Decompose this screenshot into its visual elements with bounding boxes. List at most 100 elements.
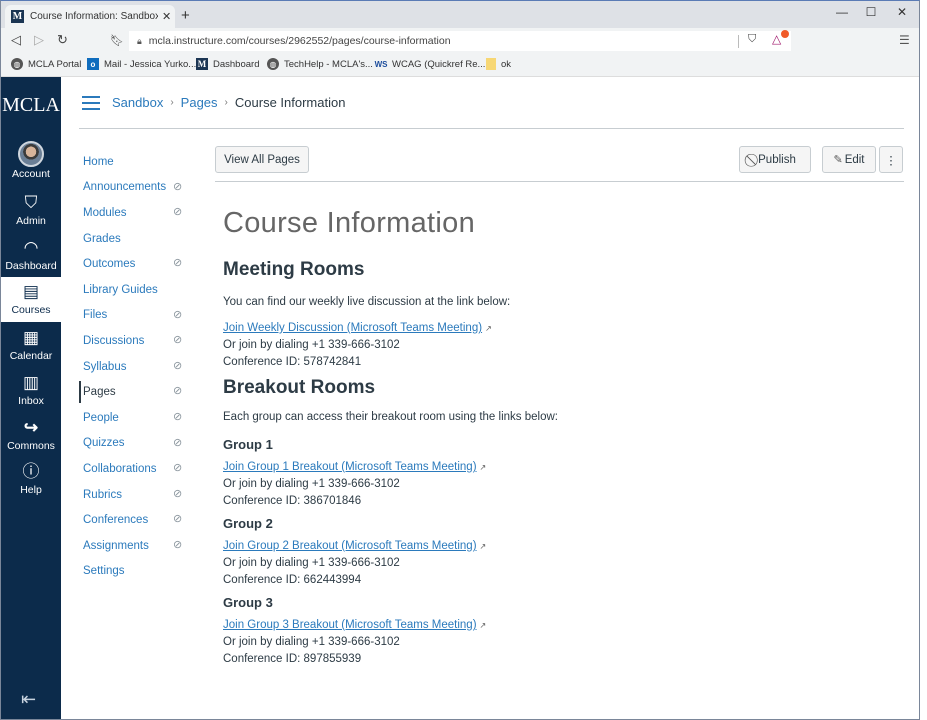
bookmark-techhelp[interactable]: ◍ TechHelp - MCLA's... <box>267 58 373 70</box>
collapse-nav-icon[interactable]: ⇤ <box>21 689 36 710</box>
course-nav-modules[interactable]: Modules ⊘ <box>79 200 199 226</box>
nav-label: Discussions <box>83 334 145 347</box>
bookmark-dashboard[interactable]: M Dashboard <box>196 58 259 70</box>
brave-shield-icon[interactable]: ⛉ <box>748 33 756 46</box>
eye-slash-icon: ⊘ <box>173 257 183 270</box>
edit-button[interactable]: ✎ Edit <box>822 146 876 173</box>
reload-icon[interactable]: ↻ <box>57 32 68 48</box>
globe-icon: ◍ <box>267 58 279 70</box>
back-icon[interactable]: ◁ <box>11 32 21 48</box>
course-nav-quizzes[interactable]: Quizzes ⊘ <box>79 431 199 457</box>
nav-label: Syllabus <box>83 360 127 373</box>
ws-icon: WS <box>374 59 388 69</box>
breadcrumb-pages[interactable]: Pages <box>181 95 218 110</box>
global-nav-courses[interactable]: ▤ Courses <box>1 277 61 322</box>
course-nav-collaborations[interactable]: Collaborations ⊘ <box>79 456 199 482</box>
course-nav-outcomes[interactable]: Outcomes ⊘ <box>79 251 199 277</box>
bookmark-mcla-portal[interactable]: ◍ MCLA Portal <box>11 58 81 70</box>
eye-slash-icon: ⊘ <box>173 334 183 347</box>
minimize-icon[interactable]: — <box>832 5 852 19</box>
global-nav-account[interactable]: Account <box>1 141 61 180</box>
maximize-icon[interactable]: ☐ <box>861 5 881 19</box>
course-nav-assignments[interactable]: Assignments ⊘ <box>79 533 199 559</box>
meeting-dial: Or join by dialing +1 339-666-3102 <box>223 339 400 351</box>
new-tab-icon[interactable]: + <box>181 7 190 24</box>
global-nav-calendar[interactable]: ▦ Calendar <box>1 327 61 362</box>
nav-label: Home <box>83 155 114 168</box>
course-nav-pages[interactable]: Pages ⊘ <box>79 379 199 405</box>
page-header: Sandbox › Pages › Course Information <box>62 77 919 129</box>
brave-rewards-icon[interactable]: △ <box>772 32 781 46</box>
meeting-rooms-heading: Meeting Rooms <box>223 259 365 280</box>
bookmark-mail[interactable]: o Mail - Jessica Yurko... <box>87 58 196 70</box>
url-text: mcla.instructure.com/courses/2962552/pag… <box>148 35 451 47</box>
mcla-logo[interactable]: MCLA <box>1 94 61 117</box>
nav-label: Assignments <box>83 539 149 552</box>
meeting-intro: You can find our weekly live discussion … <box>223 296 511 308</box>
bookmark-label: Dashboard <box>213 58 260 70</box>
nav-label: Quizzes <box>83 437 125 450</box>
global-nav-help[interactable]: ⓘ Help <box>1 461 61 496</box>
eye-slash-icon: ⊘ <box>173 206 183 219</box>
global-nav-commons[interactable]: ↪ Commons <box>1 417 61 452</box>
group-1-dial: Or join by dialing +1 339-666-3102 <box>223 478 400 490</box>
nav-label: Conferences <box>83 514 149 527</box>
bookmark-ok[interactable]: ok <box>486 58 511 70</box>
nav-label: Outcomes <box>83 258 136 271</box>
course-nav-discussions[interactable]: Discussions ⊘ <box>79 328 199 354</box>
shield-wrench-icon: ⛉ <box>24 193 38 212</box>
global-nav-inbox[interactable]: ▥ Inbox <box>1 372 61 407</box>
breadcrumb-sandbox[interactable]: Sandbox <box>112 95 163 110</box>
notification-badge <box>781 30 789 38</box>
publish-button[interactable]: ⃠ Publish <box>739 146 811 173</box>
global-nav-dashboard[interactable]: ◠ Dashboard <box>1 237 61 272</box>
close-tab-icon[interactable]: ✕ <box>162 10 171 23</box>
group-2-link[interactable]: Join Group 2 Breakout (Microsoft Teams M… <box>223 540 477 552</box>
close-window-icon[interactable]: ✕ <box>892 5 912 19</box>
book-icon: ▤ <box>22 282 40 301</box>
browser-tab[interactable]: M Course Information: Sandbox Cou ✕ <box>5 5 175 28</box>
nav-label: Help <box>20 484 42 496</box>
nav-label: Settings <box>83 565 125 578</box>
eye-slash-icon: ⊘ <box>173 385 183 398</box>
mcla-icon: M <box>196 58 208 70</box>
course-nav-conferences[interactable]: Conferences ⊘ <box>79 507 199 533</box>
group-1-link[interactable]: Join Group 1 Breakout (Microsoft Teams M… <box>223 461 477 473</box>
course-nav-settings[interactable]: Settings <box>79 559 199 585</box>
course-nav-people[interactable]: People ⊘ <box>79 405 199 431</box>
forward-icon[interactable]: ▷ <box>34 32 44 48</box>
hamburger-menu-icon[interactable] <box>82 96 100 110</box>
course-nav-files[interactable]: Files ⊘ <box>79 303 199 329</box>
global-nav-admin[interactable]: ⛉ Admin <box>1 192 61 227</box>
course-nav-home[interactable]: Home <box>79 149 199 175</box>
address-bar[interactable]: 🔒︎ mcla.instructure.com/courses/2962552/… <box>129 31 741 51</box>
weekly-discussion-link[interactable]: Join Weekly Discussion (Microsoft Teams … <box>223 322 482 334</box>
course-nav-rubrics[interactable]: Rubrics ⊘ <box>79 482 199 508</box>
course-nav-library-guides[interactable]: Library Guides <box>79 277 199 303</box>
bookmark-label: TechHelp - MCLA's... <box>284 58 373 70</box>
nav-label: Pages <box>83 386 116 399</box>
more-options-button[interactable]: ⋮ <box>879 146 903 173</box>
view-all-pages-button[interactable]: View All Pages <box>215 146 309 173</box>
breadcrumb-current: Course Information <box>234 95 346 110</box>
course-nav-grades[interactable]: Grades <box>79 226 199 252</box>
browser-toolbar: ◁ ▷ ↻ 🔖︎ 🔒︎ mcla.instructure.com/courses… <box>1 28 919 54</box>
bookmark-wcag[interactable]: WS WCAG (Quickref Re... <box>374 58 486 70</box>
nav-label: Admin <box>16 215 46 227</box>
breadcrumb: Sandbox › Pages › Course Information <box>112 95 345 110</box>
chevron-right-icon: › <box>224 97 228 108</box>
group-3-link[interactable]: Join Group 3 Breakout (Microsoft Teams M… <box>223 619 477 631</box>
eye-slash-icon: ⊘ <box>173 462 183 475</box>
commons-arrow-icon: ↪ <box>23 418 39 437</box>
group-2-conference-id: Conference ID: 662443994 <box>223 574 362 586</box>
publish-label: Publish <box>758 153 796 166</box>
course-nav-announcements[interactable]: Announcements ⊘ <box>79 175 199 201</box>
eye-slash-icon: ⊘ <box>173 538 183 551</box>
nav-label: Collaborations <box>83 462 157 475</box>
course-nav-syllabus[interactable]: Syllabus ⊘ <box>79 354 199 380</box>
toolbar-separator <box>738 35 739 48</box>
bookmark-icon[interactable]: 🔖︎ <box>110 34 124 47</box>
breakout-rooms-heading: Breakout Rooms <box>223 377 376 398</box>
browser-menu-icon[interactable]: ☰ <box>899 33 910 47</box>
global-navigation: MCLA Account ⛉ Admin ◠ Dashboard ▤ Cours… <box>1 77 61 719</box>
